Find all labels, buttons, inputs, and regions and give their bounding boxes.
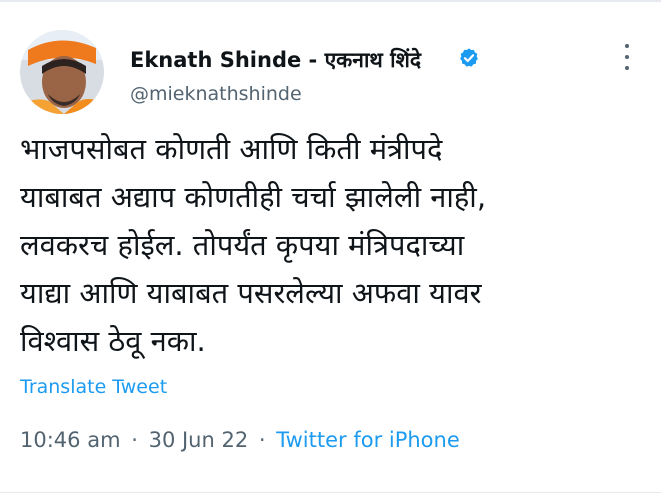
meta-separator: ·	[258, 428, 266, 452]
verified-badge-icon	[460, 48, 478, 67]
tweet-time[interactable]: 10:46 am	[20, 428, 121, 452]
tweet-text-line: विश्वास ठेवू नका.	[20, 324, 206, 358]
tweet-source-link[interactable]: Twitter for iPhone	[276, 428, 460, 452]
tweet-text-line: याद्या आणि याबाबत पसरलेल्या अफवा यावर	[20, 276, 482, 310]
avatar[interactable]	[20, 30, 104, 114]
more-dot	[625, 55, 629, 59]
more-dot	[625, 44, 629, 48]
tweet-text: भाजपसोबत कोणती आणि किती मंत्रीपदे याबाबत…	[20, 125, 650, 365]
bottom-divider	[0, 492, 661, 493]
more-dot	[625, 66, 629, 70]
tweet-date[interactable]: 30 Jun 22	[149, 428, 249, 452]
tweet-text-line: लवकरच होईल. तोपर्यंत कृपया मंत्रिपदाच्या	[20, 228, 465, 262]
tweet-meta: 10:46 am · 30 Jun 22 · Twitter for iPhon…	[20, 428, 460, 452]
tweet-card: Eknath Shinde - एकनाथ शिंदे @mieknathshi…	[0, 0, 661, 500]
author-name[interactable]: Eknath Shinde - एकनाथ शिंदे	[130, 46, 421, 74]
translate-tweet-link[interactable]: Translate Tweet	[20, 376, 167, 398]
meta-separator: ·	[131, 428, 138, 452]
tweet-text-line: याबाबत अद्याप कोणतीही चर्चा झालेली नाही,	[20, 180, 487, 214]
more-options-icon[interactable]	[616, 44, 638, 70]
author-handle[interactable]: @mieknathshinde	[130, 83, 302, 105]
avatar-image	[20, 30, 104, 114]
tweet-text-line: भाजपसोबत कोणती आणि किती मंत्रीपदे	[20, 132, 443, 166]
